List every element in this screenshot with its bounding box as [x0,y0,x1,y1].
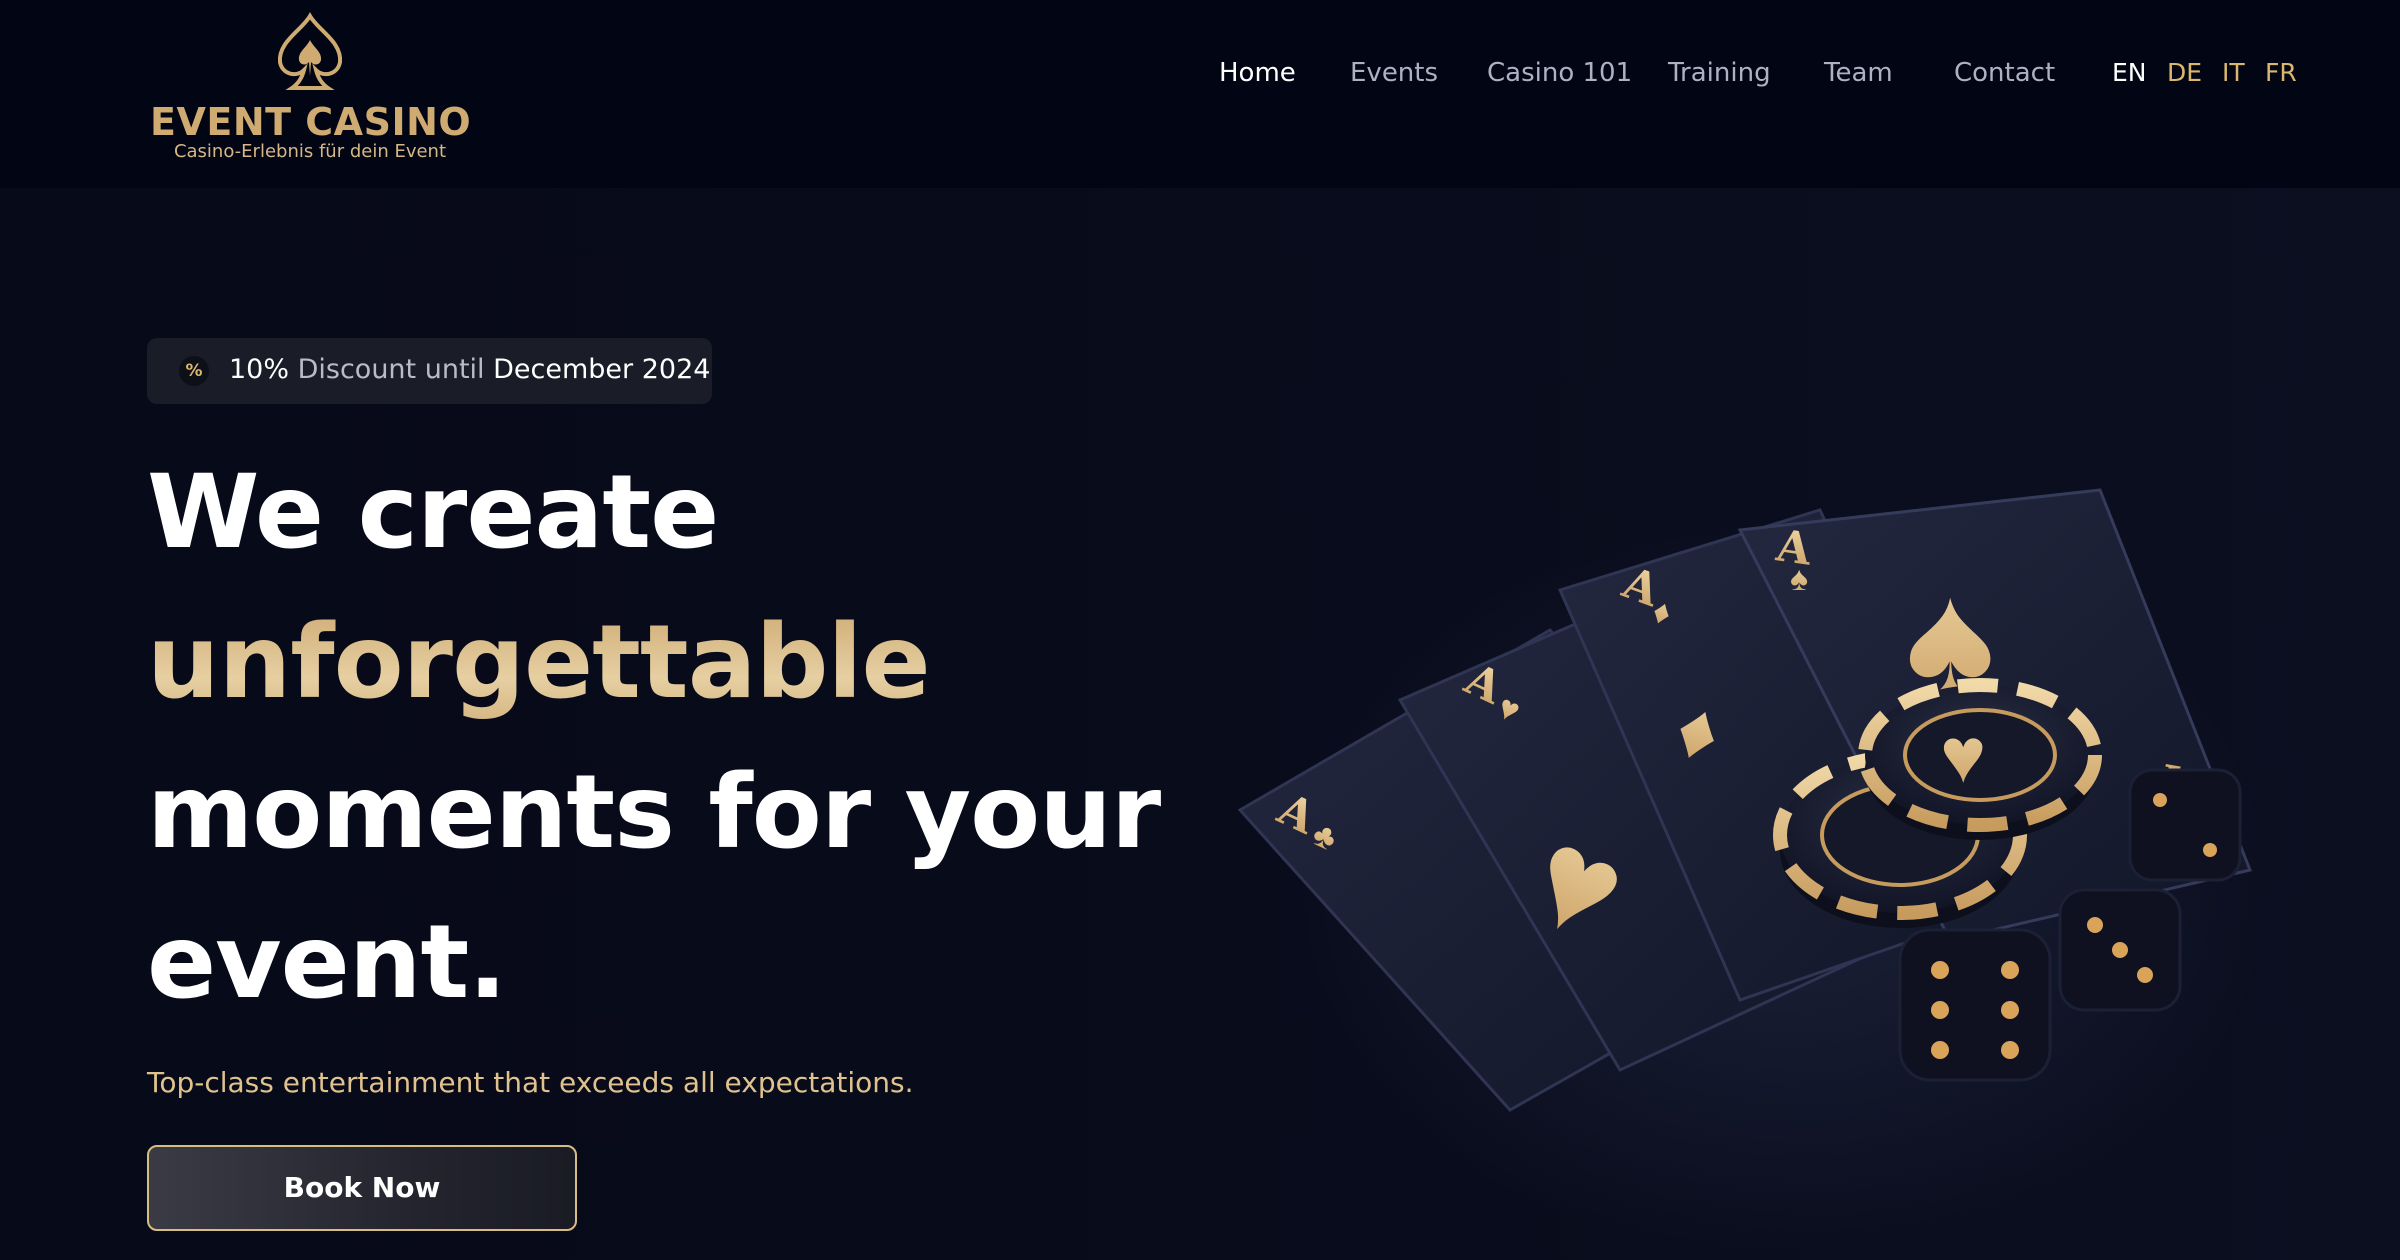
discount-text: 10% Discount until December 2024 [229,354,710,385]
discount-date: December 2024 [493,354,711,385]
headline-line-1: We create [147,453,719,572]
lang-de[interactable]: DE [2167,58,2202,87]
nav-item-casino-101[interactable]: Casino 101 [1487,58,1632,88]
hero-subline: Top-class entertainment that exceeds all… [147,1066,914,1099]
headline-line-4: event. [147,903,507,1022]
logo[interactable]: EVENT CASINO Casino-Erlebnis für dein Ev… [150,10,472,162]
headline-line-2: unforgettable [147,588,1197,738]
dice-middle [2058,888,2182,1012]
discount-percent: 10% [229,354,290,385]
site-header: EVENT CASINO Casino-Erlebnis für dein Ev… [0,0,2400,188]
spade-logo-icon [277,11,343,90]
nav-item-training[interactable]: Training [1668,58,1771,88]
logo-name: EVENT CASINO [150,100,472,144]
main-nav: Home Events Casino 101 Training Team Con… [1219,58,2319,98]
lang-en[interactable]: EN [2112,58,2147,87]
percent-icon: % [179,356,209,386]
dice-back [2128,768,2242,882]
lang-it[interactable]: IT [2222,58,2245,87]
lang-fr[interactable]: FR [2265,58,2297,87]
page: EVENT CASINO Casino-Erlebnis für dein Ev… [0,0,2400,1260]
hero-headline: We create unforgettable moments for your… [147,438,1197,1038]
headline-line-3: moments for your [147,753,1161,872]
nav-item-home[interactable]: Home [1219,58,1296,88]
nav-item-contact[interactable]: Contact [1954,58,2055,88]
svg-text:♥: ♥ [1940,711,1986,799]
playing-cards-chips-dice-illustration: A ♣ A ♥ ♥ A ♦ ♦ A ♠ ♠ A [1237,488,2253,1112]
dice-front [1898,928,2052,1082]
svg-text:♠: ♠ [1790,560,1808,598]
nav-item-events[interactable]: Events [1350,58,1438,88]
nav-item-team[interactable]: Team [1824,58,1893,88]
discount-badge: % 10% Discount until December 2024 [147,338,712,404]
book-now-button[interactable]: Book Now [147,1145,577,1231]
logo-tagline: Casino-Erlebnis für dein Event [173,141,447,162]
discount-middle-text: Discount until [289,354,494,385]
casino-chip-upper: ♥ [1858,678,2102,840]
